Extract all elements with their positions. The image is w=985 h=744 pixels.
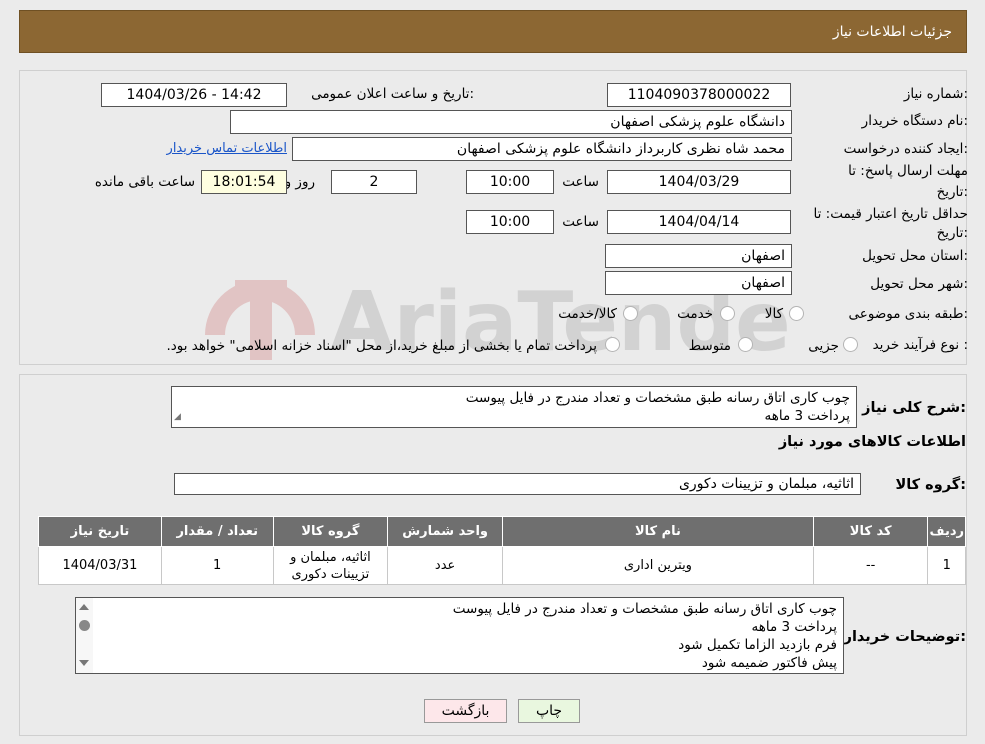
process-radio-medium[interactable]: [738, 337, 753, 352]
price-valid-time-field: 10:00: [466, 210, 554, 234]
col-qty: تعداد / مقدار: [160, 516, 274, 547]
announce-field: 1404/03/26 - 14:42: [101, 83, 287, 107]
remaining-label: ساعت باقی مانده: [94, 174, 195, 190]
reply-deadline-label: مهلت ارسال پاسخ: تا: [848, 163, 968, 179]
category-option-service: خدمت: [677, 306, 713, 322]
buyer-org-label: نام دستگاه خریدار:: [861, 113, 968, 129]
reply-time-label: ساعت: [562, 174, 599, 190]
price-valid-label-2: تاریخ:: [936, 225, 968, 241]
scroll-thumb[interactable]: [79, 620, 90, 631]
goods-info-title: اطلاعات کالاهای مورد نیاز: [778, 434, 966, 450]
process-radio-minor[interactable]: [843, 337, 858, 352]
price-valid-time-label: ساعت: [562, 214, 599, 230]
col-name: نام کالا: [501, 516, 814, 547]
process-label: نوع فرآیند خرید :: [872, 337, 968, 353]
cell-row: 1: [927, 546, 966, 585]
buyer-note-line-4: پیش فاکتور ضمیمه شود: [701, 655, 837, 671]
notes-scrollbar[interactable]: [76, 598, 93, 673]
buyer-org-field: دانشگاه علوم پزشکی اصفهان: [230, 110, 792, 134]
category-label: طبقه بندی موضوعی:: [848, 306, 968, 322]
process-radio-treasury[interactable]: [605, 337, 620, 352]
cell-group: اثاثیه، مبلمان و تزیینات دکوری: [272, 546, 389, 585]
category-radio-service[interactable]: [720, 306, 735, 321]
process-note: پرداخت تمام یا بخشی از مبلغ خرید،از محل …: [166, 338, 597, 354]
category-radio-both[interactable]: [623, 306, 638, 321]
cell-name: ویترین اداری: [501, 546, 814, 585]
back-button[interactable]: بازگشت: [424, 699, 507, 723]
page-title: جزئیات اطلاعات نیاز: [832, 24, 952, 40]
category-option-goods: کالا: [764, 306, 783, 322]
need-number-field: 1104090378000022: [607, 83, 791, 107]
col-date: تاریخ نیاز: [38, 516, 162, 547]
buyer-note-line-1: چوب کاری اتاق رسانه طبق مشخصات و تعداد م…: [452, 601, 837, 617]
buyer-contact-link[interactable]: اطلاعات تماس خریدار: [167, 141, 287, 156]
resize-grip-icon[interactable]: ◢: [174, 408, 181, 426]
items-table: ردیف کد کالا نام کالا واحد شمارش گروه کا…: [38, 516, 966, 585]
announce-label: تاریخ و ساعت اعلان عمومی:: [311, 86, 474, 102]
process-option-medium: متوسط: [688, 338, 731, 354]
province-label: استان محل تحویل:: [862, 248, 968, 264]
days-label: روز و: [284, 174, 315, 190]
items-table-header: ردیف کد کالا نام کالا واحد شمارش گروه کا…: [38, 516, 966, 547]
buyer-note-line-2: پرداخت 3 ماهه: [751, 619, 837, 635]
price-valid-date-field: 1404/04/14: [607, 210, 791, 234]
reply-deadline-label-2: تاریخ:: [936, 184, 968, 200]
page-header: جزئیات اطلاعات نیاز: [19, 10, 967, 53]
summary-line-1: چوب کاری اتاق رسانه طبق مشخصات و تعداد م…: [465, 390, 850, 406]
city-label: شهر محل تحویل:: [870, 276, 968, 292]
buyer-notes-textarea[interactable]: چوب کاری اتاق رسانه طبق مشخصات و تعداد م…: [75, 597, 844, 674]
summary-label: شرح کلی نیاز:: [862, 400, 966, 416]
creator-label: ایجاد کننده درخواست:: [843, 141, 968, 157]
need-number-label: شماره نیاز:: [903, 86, 968, 102]
category-option-both: کالا/خدمت: [558, 306, 617, 322]
days-field: 2: [331, 170, 417, 194]
col-unit: واحد شمارش: [387, 516, 503, 547]
process-option-minor: جزیی: [808, 338, 839, 354]
scroll-down-icon[interactable]: [79, 660, 89, 666]
summary-textarea[interactable]: چوب کاری اتاق رسانه طبق مشخصات و تعداد م…: [171, 386, 857, 428]
buyer-notes-label: توضیحات خریدار:: [843, 629, 966, 645]
category-radio-goods[interactable]: [789, 306, 804, 321]
col-group: گروه کالا: [272, 516, 389, 547]
cell-unit: عدد: [387, 546, 503, 585]
buyer-note-line-3: فرم بازدید الزاما تکمیل شود: [678, 637, 837, 653]
province-field: اصفهان: [605, 244, 792, 268]
scroll-up-icon[interactable]: [79, 604, 89, 610]
remaining-time-field: 18:01:54: [201, 170, 287, 194]
table-row[interactable]: 1 -- ویترین اداری عدد اثاثیه، مبلمان و ت…: [38, 546, 966, 585]
print-button[interactable]: چاپ: [518, 699, 580, 723]
summary-line-2: پرداخت 3 ماهه: [764, 408, 850, 424]
cell-qty: 1: [160, 546, 274, 585]
city-field: اصفهان: [605, 271, 792, 295]
cell-date: 1404/03/31: [38, 546, 162, 585]
reply-date-field: 1404/03/29: [607, 170, 791, 194]
col-row: ردیف: [927, 516, 966, 547]
goods-group-field: اثاثیه، مبلمان و تزیینات دکوری: [174, 473, 861, 495]
goods-group-label: گروه کالا:: [895, 477, 966, 493]
price-valid-label: حداقل تاریخ اعتبار قیمت: تا: [813, 206, 968, 222]
cell-code: --: [812, 546, 929, 585]
col-code: کد کالا: [812, 516, 929, 547]
reply-time-field: 10:00: [466, 170, 554, 194]
creator-field: محمد شاه نظری کاربرداز دانشگاه علوم پزشک…: [292, 137, 792, 161]
